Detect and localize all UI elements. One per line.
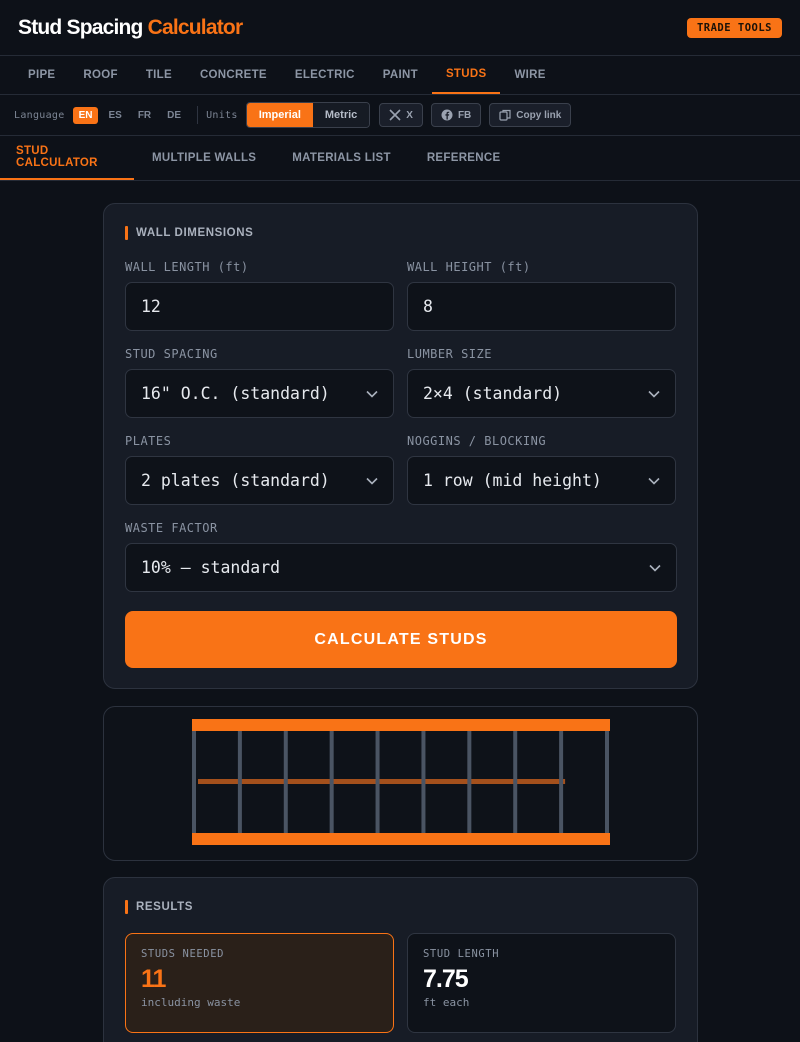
units-toggle: Imperial Metric (245, 102, 371, 128)
language-de[interactable]: DE (161, 107, 187, 124)
wall-height-label: WALL HEIGHT (ft) (407, 260, 531, 274)
share-x-label: X (406, 109, 413, 121)
section-accent-bar (125, 226, 128, 240)
calculate-studs-button[interactable]: CALCULATE STUDS (125, 611, 677, 668)
stud (467, 731, 472, 833)
chevron-down-icon (649, 564, 661, 572)
lumber-size-value: 2×4 (standard) (423, 384, 563, 403)
lumber-size-label: LUMBER SIZE (407, 347, 492, 361)
app-header: Stud Spacing Calculator TRADE TOOLS (0, 0, 800, 56)
tab-multiple-walls[interactable]: MULTIPLE WALLS (134, 136, 274, 180)
language-en[interactable]: EN (72, 106, 99, 124)
copy-link-button[interactable]: Copy link (489, 103, 572, 127)
category-roof[interactable]: ROOF (69, 56, 131, 94)
brand-main: Stud Spacing (18, 15, 143, 39)
plates-select[interactable]: 2 plates (standard) (125, 456, 394, 505)
waste-factor-value: 10% — standard (141, 558, 281, 577)
noggins-select[interactable]: 1 row (mid height) (407, 456, 676, 505)
wall-length-input[interactable]: 12 (125, 282, 394, 331)
toolbar-divider (197, 106, 199, 124)
stud-spacing-label: STUD SPACING (125, 347, 218, 361)
facebook-icon (441, 109, 453, 121)
share-fb-label: FB (457, 109, 472, 121)
copy-link-label: Copy link (516, 109, 562, 121)
stud (559, 731, 564, 833)
share-fb-button[interactable]: FB (430, 103, 482, 127)
settings-toolbar: Language EN ES FR DE Units Imperial Metr… (0, 95, 800, 136)
bottom-plate (192, 833, 610, 845)
category-electric[interactable]: ELECTRIC (281, 56, 369, 94)
section-accent-bar (125, 900, 128, 914)
category-paint[interactable]: PAINT (369, 56, 432, 94)
brand-accent: Calculator (147, 15, 244, 39)
copy-icon (499, 109, 511, 121)
trade-tools-button[interactable]: TRADE TOOLS (686, 17, 782, 38)
wall-height-value: 8 (423, 297, 433, 316)
unit-imperial[interactable]: Imperial (246, 103, 313, 127)
waste-factor-label: WASTE FACTOR (125, 521, 218, 535)
tab-materials-list[interactable]: MATERIALS LIST (274, 136, 409, 180)
stud-length-label: STUD LENGTH (423, 948, 500, 960)
results-title: RESULTS (125, 900, 193, 914)
stud-length-unit: ft each (423, 996, 470, 1009)
plates-value: 2 plates (standard) (141, 471, 330, 490)
stud (375, 731, 380, 833)
chevron-down-icon (648, 477, 660, 485)
stud (283, 731, 288, 833)
stud-spacing-select[interactable]: 16" O.C. (standard) (125, 369, 394, 418)
language-es[interactable]: ES (102, 107, 127, 124)
noggins-label: NOGGINS / BLOCKING (407, 434, 547, 448)
chevron-down-icon (648, 390, 660, 398)
wall-diagram-card (103, 706, 698, 861)
noggins-value: 1 row (mid height) (423, 471, 602, 490)
share-x-button[interactable]: X (379, 103, 423, 127)
category-nav: PIPE ROOF TILE CONCRETE ELECTRIC PAINT S… (0, 56, 800, 95)
calculator-tabs: STUD CALCULATOR MULTIPLE WALLS MATERIALS… (0, 136, 800, 181)
language-label: Language (14, 109, 65, 121)
stud (329, 731, 334, 833)
wall-length-value: 12 (141, 297, 161, 316)
category-studs[interactable]: STUDS (431, 56, 501, 94)
lumber-size-select[interactable]: 2×4 (standard) (407, 369, 676, 418)
chevron-down-icon (366, 390, 378, 398)
stud (605, 731, 609, 833)
category-wire[interactable]: WIRE (500, 56, 559, 94)
studs-needed-note: including waste (141, 996, 241, 1009)
wall-dimensions-card: WALL DIMENSIONS WALL LENGTH (ft) 12 WALL… (103, 203, 698, 689)
category-pipe[interactable]: PIPE (14, 56, 69, 94)
stud-spacing-value: 16" O.C. (standard) (141, 384, 330, 403)
nogging-row (198, 779, 566, 784)
results-heading: RESULTS (136, 901, 194, 913)
unit-metric[interactable]: Metric (312, 103, 370, 127)
language-fr[interactable]: FR (132, 107, 157, 124)
wall-dimensions-title: WALL DIMENSIONS (125, 226, 253, 240)
results-card: RESULTS STUDS NEEDED 11 including waste … (103, 877, 698, 1042)
wall-height-input[interactable]: 8 (407, 282, 676, 331)
x-logo-icon (389, 109, 401, 121)
waste-factor-select[interactable]: 10% — standard (125, 543, 677, 592)
wall-framing-diagram (192, 719, 610, 845)
stud-length-value: 7.75 (423, 965, 469, 993)
units-label: Units (206, 109, 238, 121)
top-plate (192, 719, 610, 731)
stud (421, 731, 426, 833)
studs-needed-value: 11 (141, 965, 166, 993)
wall-dimensions-heading: WALL DIMENSIONS (136, 227, 254, 239)
plates-label: PLATES (125, 434, 172, 448)
stud (513, 731, 518, 833)
tab-stud-calculator[interactable]: STUD CALCULATOR (0, 136, 134, 180)
tab-reference[interactable]: REFERENCE (409, 136, 519, 180)
studs-needed-label: STUDS NEEDED (141, 948, 225, 960)
studs-needed-card: STUDS NEEDED 11 including waste (125, 933, 394, 1033)
wall-length-label: WALL LENGTH (ft) (125, 260, 249, 274)
stud (192, 731, 196, 833)
brand-logo[interactable]: Stud Spacing Calculator (18, 15, 244, 40)
stud-length-card: STUD LENGTH 7.75 ft each (407, 933, 676, 1033)
category-tile[interactable]: TILE (132, 56, 186, 94)
category-concrete[interactable]: CONCRETE (186, 56, 281, 94)
chevron-down-icon (366, 477, 378, 485)
stud (237, 731, 242, 833)
